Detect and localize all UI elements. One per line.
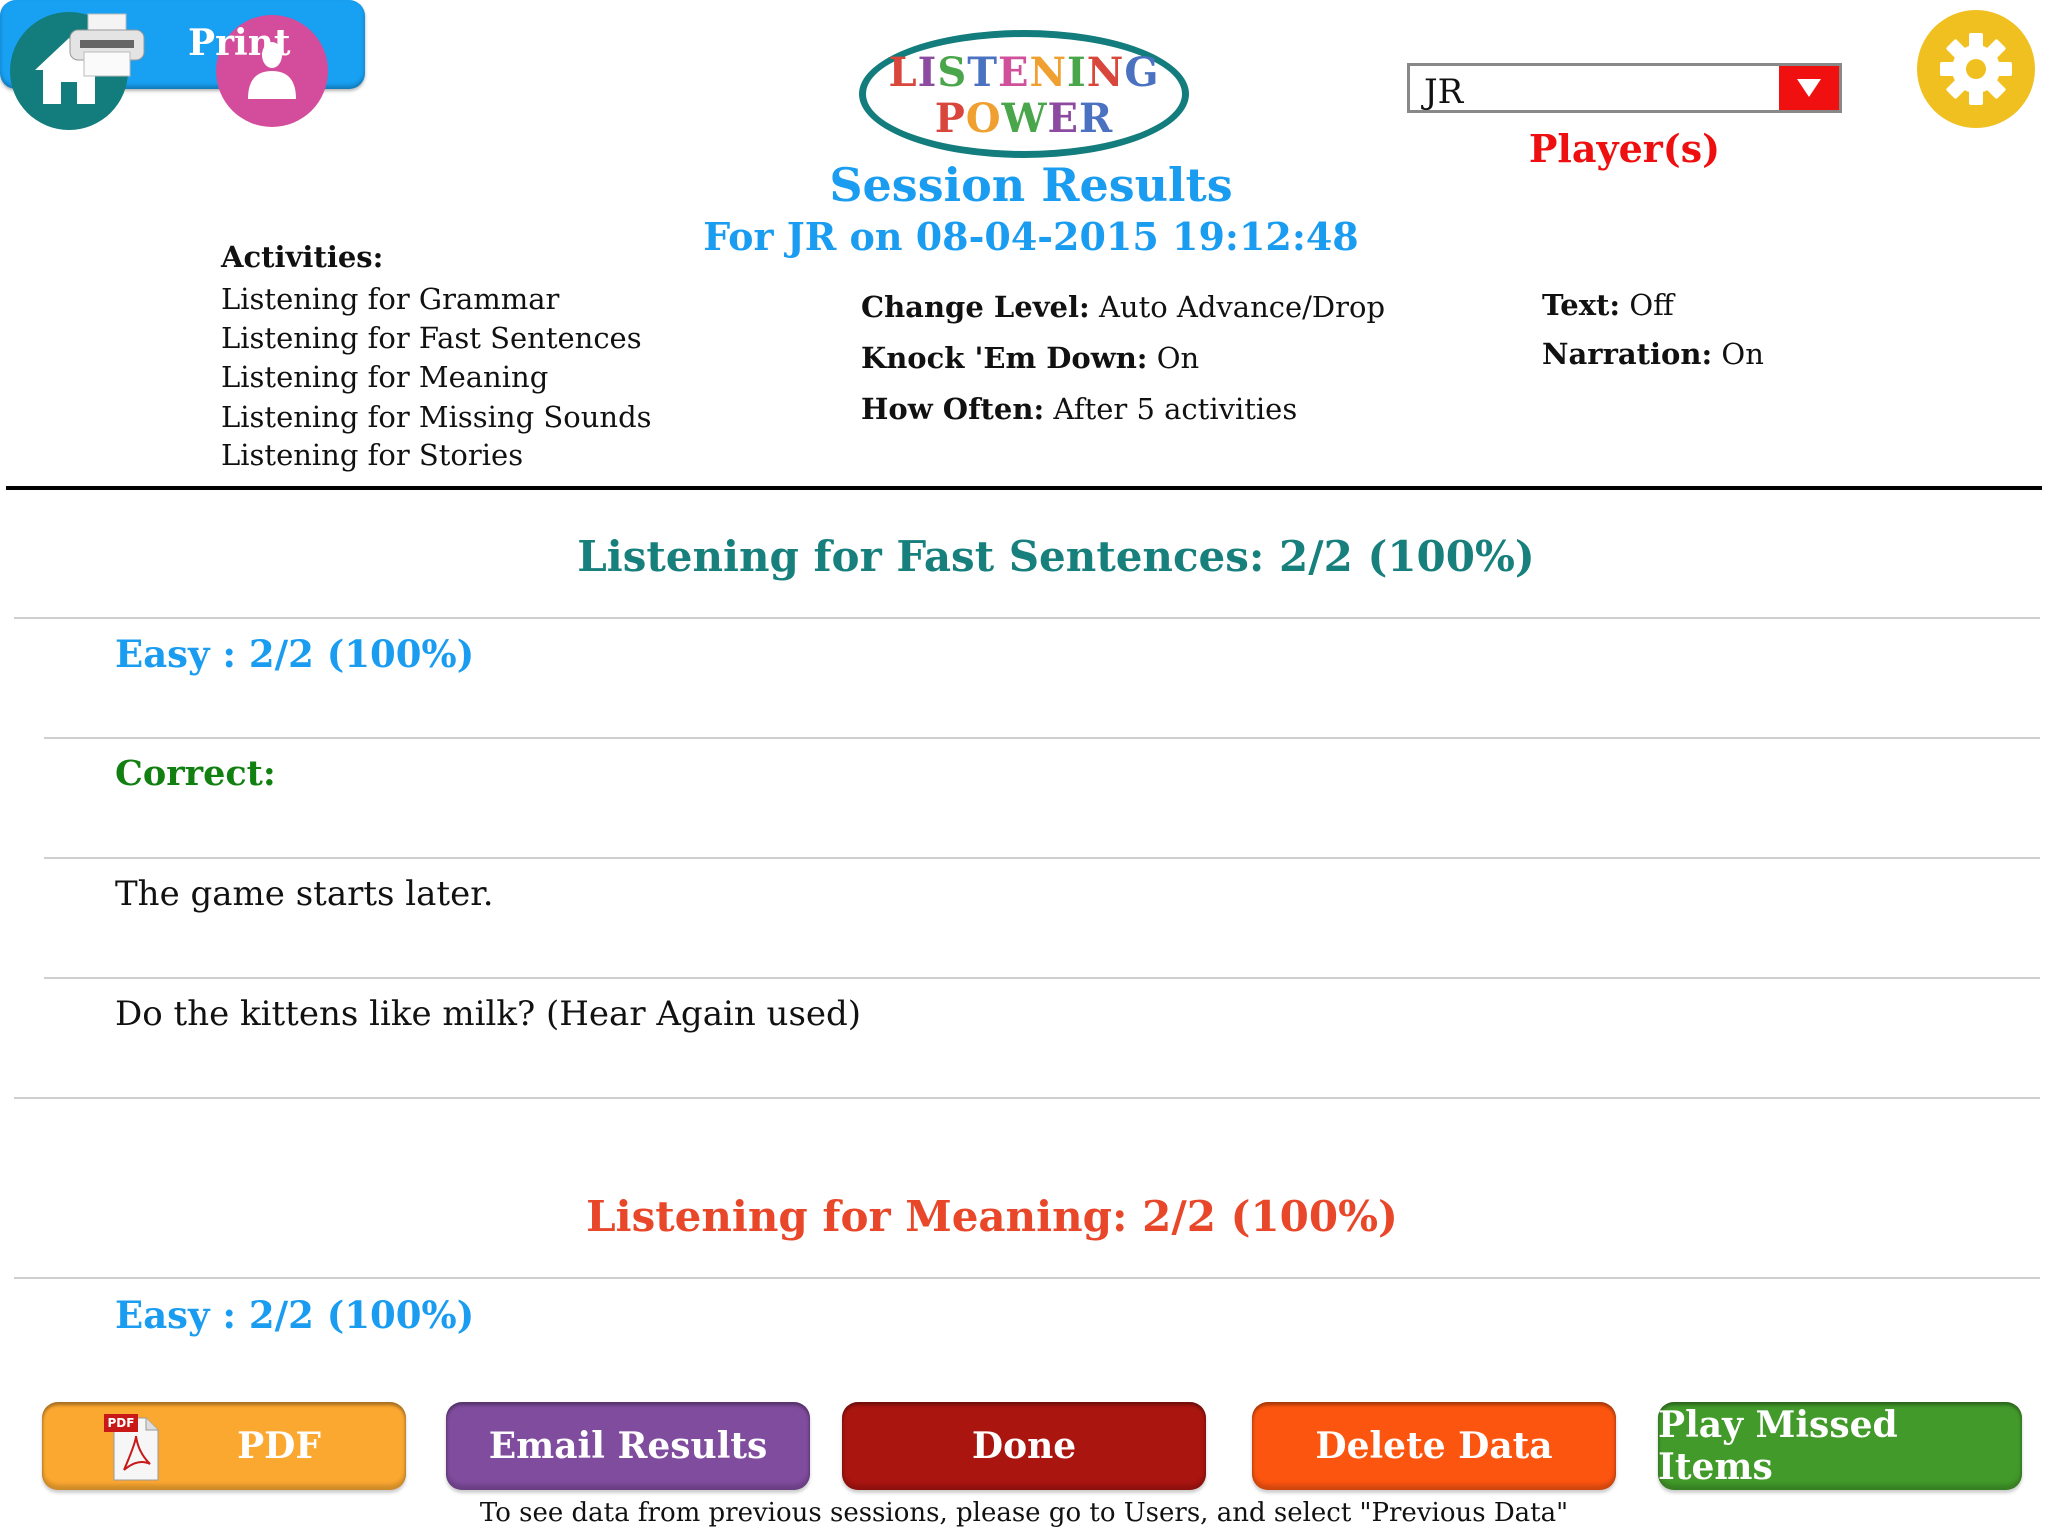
logo-letter: P [934, 95, 966, 142]
activity-result-heading: Listening for Fast Sentences: 2/2 (100%) [577, 532, 1535, 581]
logo-line-2: POWER [866, 95, 1182, 142]
logo-letter: T [967, 49, 998, 96]
app-logo: LISTENING POWER [859, 30, 1189, 158]
row-divider [14, 1097, 2040, 1099]
setting-knock-em-down: Knock 'Em Down: On [861, 341, 1199, 375]
player-select[interactable]: JR [1407, 63, 1842, 113]
player-label: Player(s) [1528, 126, 1721, 171]
player-select-value: JR [1424, 72, 1464, 112]
pdf-label: PDF [237, 1425, 321, 1467]
chevron-down-icon[interactable] [1779, 66, 1839, 110]
email-results-button[interactable]: Email Results [446, 1402, 810, 1490]
level-result: Easy : 2/2 (100%) [115, 1293, 475, 1337]
row-divider [44, 857, 2040, 859]
setting-text: Text: Off [1542, 288, 1674, 322]
result-item: The game starts later. [115, 874, 494, 914]
logo-letter: N [1086, 49, 1125, 96]
activity-item: Listening for Missing Sounds [221, 400, 652, 434]
pdf-button[interactable]: PDF PDF [42, 1402, 406, 1490]
activities-heading: Activities: [221, 240, 384, 274]
row-divider [14, 1277, 2040, 1279]
setting-value: After 5 activities [1053, 392, 1298, 426]
logo-letter: S [937, 49, 968, 96]
logo-letter: L [888, 49, 918, 96]
activity-item: Listening for Meaning [221, 360, 549, 394]
logo-letter: E [997, 49, 1030, 96]
header-divider [6, 486, 2042, 490]
gear-icon [1940, 33, 2012, 105]
logo-letter: R [1079, 95, 1114, 142]
pdf-file-icon: PDF [104, 1414, 159, 1481]
correct-label: Correct: [115, 753, 276, 794]
delete-data-button[interactable]: Delete Data [1252, 1402, 1616, 1490]
setting-value: Auto Advance/Drop [1098, 290, 1386, 324]
logo-letter: E [1047, 95, 1080, 142]
activity-item: Listening for Grammar [221, 282, 560, 316]
logo-letter: N [1029, 49, 1068, 96]
done-button[interactable]: Done [842, 1402, 1206, 1490]
svg-text:PDF: PDF [108, 1416, 135, 1430]
setting-value: On [1156, 341, 1200, 375]
setting-how-often: How Often: After 5 activities [861, 392, 1297, 426]
row-divider [14, 617, 2040, 619]
setting-label: Text: [1542, 288, 1621, 322]
row-divider [44, 977, 2040, 979]
setting-label: Narration: [1542, 337, 1713, 371]
print-label: Print [188, 22, 291, 64]
activity-item: Listening for Fast Sentences [221, 321, 642, 355]
logo-letter: G [1124, 49, 1160, 96]
setting-label: How Often: [861, 392, 1045, 426]
setting-value: Off [1629, 288, 1674, 322]
setting-value: On [1721, 337, 1764, 371]
logo-letter: I [917, 49, 938, 96]
setting-label: Knock 'Em Down: [861, 341, 1148, 375]
result-item: Do the kittens like milk? (Hear Again us… [115, 994, 862, 1034]
level-result: Easy : 2/2 (100%) [115, 632, 475, 676]
logo-line-1: LISTENING [866, 49, 1182, 96]
play-missed-items-button[interactable]: Play Missed Items [1658, 1402, 2022, 1490]
setting-narration: Narration: On [1542, 337, 1764, 371]
setting-change-level: Change Level: Auto Advance/Drop [861, 290, 1385, 324]
activity-item: Listening for Stories [221, 438, 524, 472]
row-divider [44, 737, 2040, 739]
logo-letter: W [1001, 95, 1048, 142]
printer-icon [69, 13, 145, 77]
footer-note: To see data from previous sessions, plea… [479, 1498, 1569, 1528]
logo-letter: I [1067, 49, 1087, 96]
setting-label: Change Level: [861, 290, 1090, 324]
settings-button[interactable] [1917, 10, 2035, 128]
logo-letter: O [965, 95, 1002, 142]
activity-result-heading: Listening for Meaning: 2/2 (100%) [586, 1192, 1398, 1241]
